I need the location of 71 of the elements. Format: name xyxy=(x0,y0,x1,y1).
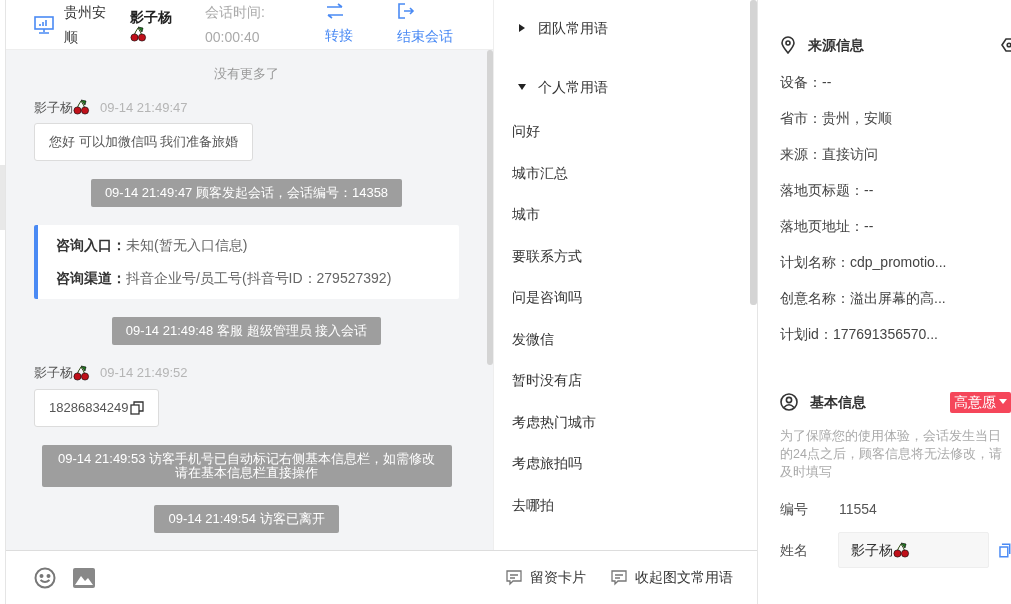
message-bubble: 18286834249 xyxy=(34,388,159,427)
source-info-row-text: 设备：-- xyxy=(780,72,833,92)
toolbar-button[interactable]: 留资卡片 xyxy=(506,567,586,588)
settings-icon[interactable] xyxy=(1001,37,1011,53)
session-timer: 00:00:40 xyxy=(205,27,261,47)
info-value: 抖音企业号/员工号(抖音号ID：279527392) xyxy=(126,269,392,288)
caret-down-icon xyxy=(999,399,1007,405)
source-info-row-text: 计划id：177691356570... xyxy=(780,324,939,344)
transfer-button[interactable]: 转接 xyxy=(325,3,397,46)
message-time: 09-14 21:49:52 xyxy=(100,364,188,382)
session-label: 会话时间: xyxy=(205,2,266,22)
cherry-icon xyxy=(130,25,147,42)
phrase-item[interactable]: 问好 xyxy=(494,111,750,153)
message-icon xyxy=(506,569,522,586)
phrase-item[interactable]: 暂时没有店 xyxy=(494,360,750,402)
info-value: 未知(暂无入口信息) xyxy=(126,236,248,255)
sender-name: 影子杨 xyxy=(34,98,73,117)
source-info-row-text: 来源：直接访问 xyxy=(780,144,879,164)
source-info-row-text: 落地页地址：-- xyxy=(780,216,875,236)
phrase-item[interactable]: 去哪拍 xyxy=(494,484,750,526)
field-value: 11554 xyxy=(839,500,877,519)
phrase-item[interactable]: 考虑热门城市 xyxy=(494,401,750,443)
cherry-icon xyxy=(73,364,90,381)
phrase-item[interactable]: 发微信 xyxy=(494,318,750,360)
phrase-item[interactable]: 考虑旅拍吗 xyxy=(494,443,750,485)
notice-text: 为了保障您的使用体验，会话发生当日的24点之后，顾客信息将无法修改，请及时填写 xyxy=(780,428,1003,481)
phrase-item[interactable]: 要联系方式 xyxy=(494,235,750,277)
cherry-icon xyxy=(73,99,90,116)
section-title: 基本信息 xyxy=(810,392,866,412)
smiley-icon[interactable] xyxy=(34,566,56,589)
location-text: 贵州安顺 xyxy=(64,2,107,47)
end-session-button[interactable]: 结束会话 xyxy=(397,2,469,47)
system-notice: 09-14 21:49:53 访客手机号已自动标记右侧基本信息栏，如需修改请在基本信息栏直接操作 xyxy=(41,444,452,487)
caret-right-icon xyxy=(518,24,526,32)
sender-name: 影子杨 xyxy=(34,364,73,382)
user-icon xyxy=(780,393,798,411)
message-time: 09-14 21:49:47 xyxy=(100,98,188,117)
intent-dropdown[interactable]: 高意愿 xyxy=(950,391,1011,413)
location-pin-icon xyxy=(780,36,796,54)
message-icon xyxy=(611,569,627,586)
source-info-row-text: 计划名称：cdp_promotio... xyxy=(780,252,948,272)
scrollbar-thumb[interactable] xyxy=(487,50,493,365)
info-label: 咨询入口： xyxy=(56,236,126,255)
customer-name: 影子杨 xyxy=(130,7,172,26)
no-more-text: 没有更多了 xyxy=(214,65,279,83)
copy-icon[interactable] xyxy=(129,400,144,415)
info-label: 咨询渠道： xyxy=(56,269,126,288)
scrollbar-thumb[interactable] xyxy=(750,0,757,305)
image-icon[interactable] xyxy=(73,567,95,588)
system-notice: 09-14 21:49:48 客服 超级管理员 接入会话 xyxy=(111,317,382,345)
caret-down-icon xyxy=(518,83,526,91)
phrase-item[interactable]: 城市 xyxy=(494,194,750,236)
phrase-group-toggle[interactable]: 团队常用语 xyxy=(494,16,750,40)
section-title: 来源信息 xyxy=(808,35,864,55)
cherry-icon xyxy=(892,542,910,558)
phrase-group-toggle[interactable]: 个人常用语 xyxy=(494,75,750,99)
swap-arrows-icon xyxy=(325,3,345,19)
system-notice: 09-14 21:49:54 访客已离开 xyxy=(154,504,339,533)
message-bubble: 您好 可以加微信吗 我们准备旅婚 xyxy=(34,123,254,161)
toolbar-button[interactable]: 收起图文常用语 xyxy=(611,567,733,588)
phrase-item[interactable]: 问是咨询吗 xyxy=(494,277,750,319)
system-notice: 09-14 21:49:47 顾客发起会话，会话编号：14358 xyxy=(90,179,403,207)
field-label: 姓名 xyxy=(780,540,809,560)
source-info-row-text: 省市：贵州，安顺 xyxy=(780,108,893,128)
field-label: 编号 xyxy=(780,500,809,519)
name-field[interactable]: 影子杨 xyxy=(837,532,990,568)
source-info-row-text: 落地页标题：-- xyxy=(780,180,875,200)
source-info-row-text: 创意名称：溢出屏幕的高... xyxy=(780,288,947,308)
logout-icon xyxy=(397,2,415,20)
phrase-item[interactable]: 城市汇总 xyxy=(494,152,750,194)
monitor-icon xyxy=(34,15,54,34)
